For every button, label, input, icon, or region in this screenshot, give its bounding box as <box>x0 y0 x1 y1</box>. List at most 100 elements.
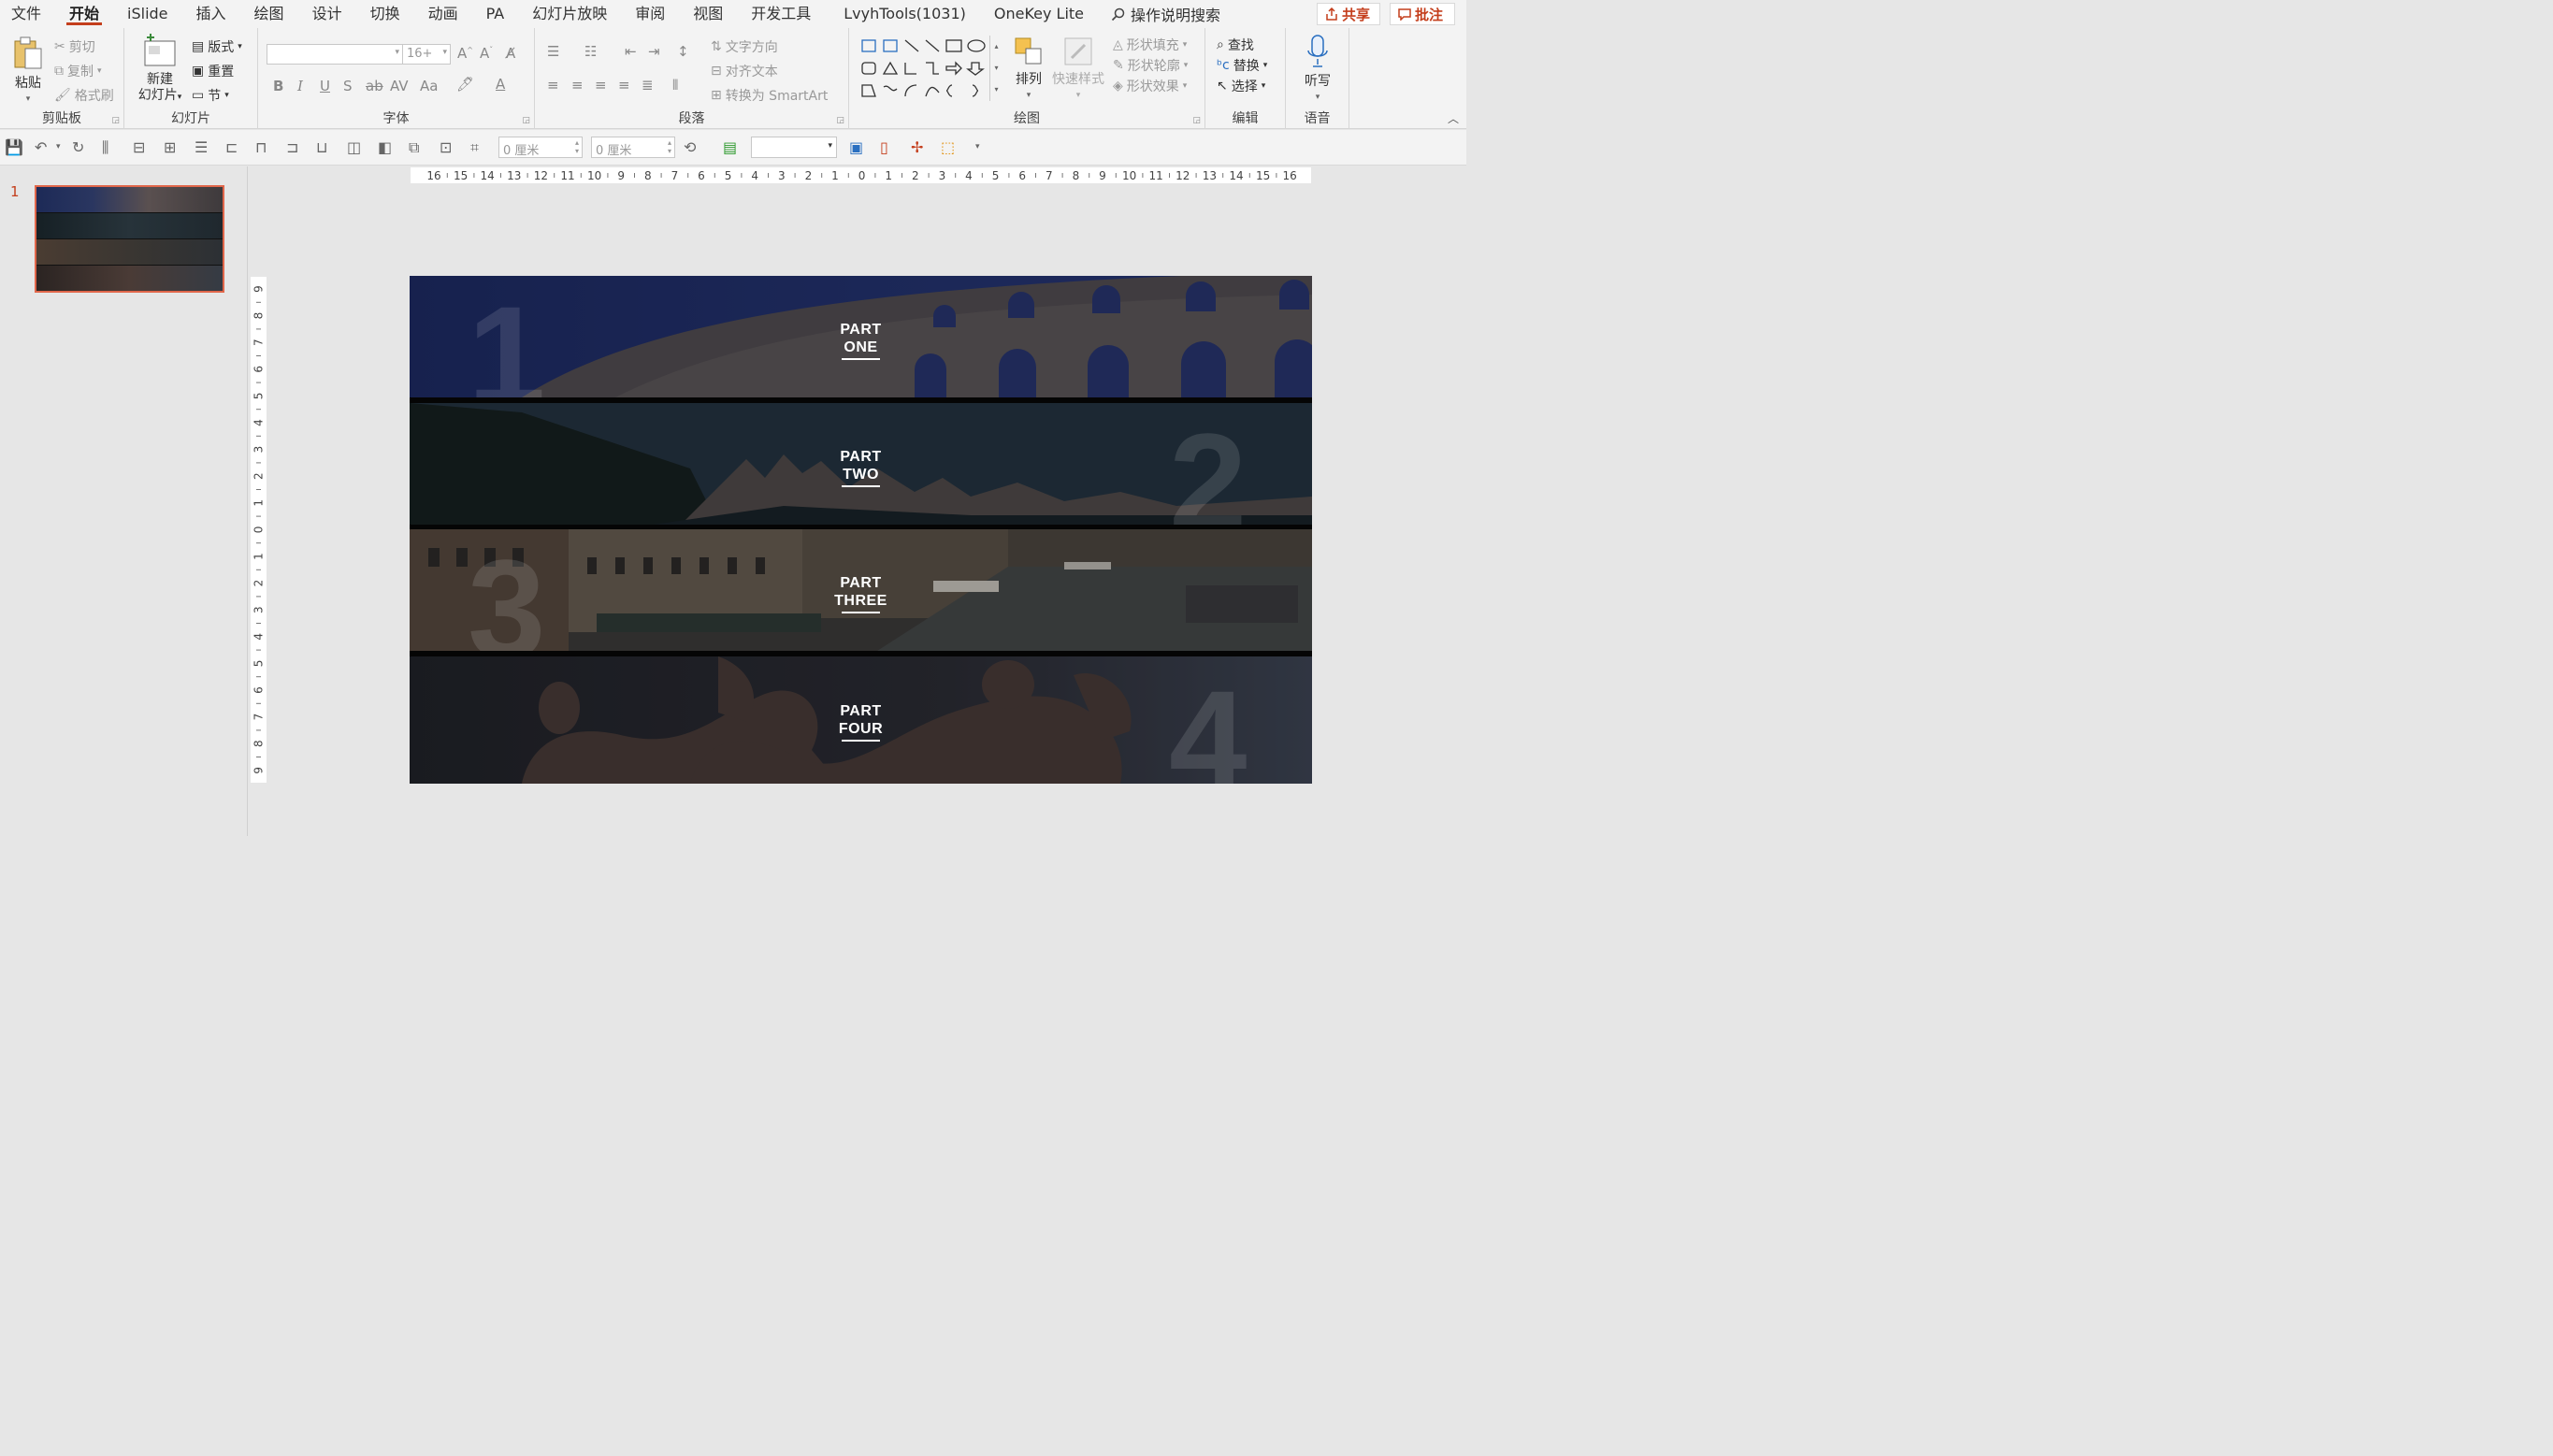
send-backward-icon[interactable]: ◫ <box>347 138 361 156</box>
arrange-button[interactable]: 排列 ▾ <box>1010 36 1047 104</box>
ungroup-icon[interactable]: ⊡ <box>440 138 452 156</box>
height-input[interactable]: 0 厘米 ▴ ▾ <box>591 137 675 158</box>
reset-button[interactable]: ▣ 重置 <box>192 62 234 80</box>
shape-effects-button[interactable]: ◈ 形状效果 ▾ <box>1113 77 1187 95</box>
menu-file[interactable]: 文件 <box>0 0 55 28</box>
menu-insert[interactable]: 插入 <box>182 0 240 28</box>
menu-review[interactable]: 审阅 <box>621 0 679 28</box>
collapse-ribbon-icon[interactable]: ︿ <box>1448 110 1459 126</box>
select-button[interactable]: ↖ 选择 ▾ <box>1217 77 1265 95</box>
line-spacing-icon[interactable]: ↕ <box>677 43 689 60</box>
align-top-icon[interactable]: ⊓ <box>255 138 267 156</box>
new-slide-button[interactable]: 新建 幻灯片▾ <box>132 34 188 106</box>
justify-icon[interactable]: ≡ <box>618 77 630 94</box>
part-three-band[interactable]: 3 PART THREE <box>410 529 1312 651</box>
smartart-button[interactable]: ⊞ 转换为 SmartArt <box>711 86 828 105</box>
cut-button[interactable]: ✂ 剪切 <box>54 37 95 56</box>
align-bottom-icon[interactable]: ⊔ <box>316 138 327 156</box>
save-icon[interactable]: 💾 <box>5 138 23 156</box>
undo-icon[interactable]: ↶ <box>35 138 47 156</box>
slide-canvas[interactable]: 1 PART ONE 2 PART TWO 3 PART THREE 4 PAR… <box>410 276 1312 784</box>
distribute-vertical-icon[interactable]: ☰ <box>195 138 208 156</box>
menu-home[interactable]: 开始 <box>55 0 113 28</box>
numbering-icon[interactable]: ☷ <box>584 43 597 60</box>
section-button[interactable]: ▭ 节 ▾ <box>192 86 229 105</box>
align-middle-icon[interactable]: ⊟ <box>133 138 145 156</box>
distributed-icon[interactable]: ≣ <box>642 77 654 94</box>
picture-icon[interactable]: ▣ <box>849 138 863 156</box>
group-objects-icon[interactable]: ⧉ <box>409 138 419 157</box>
customize-qat-icon[interactable]: ▾ <box>975 142 980 151</box>
dialog-launcher-icon[interactable]: ◲ <box>836 116 844 125</box>
decrease-indent-icon[interactable]: ⇤ <box>625 43 637 60</box>
menu-slideshow[interactable]: 幻灯片放映 <box>518 0 621 28</box>
strikethrough-icon[interactable]: ab <box>366 78 383 94</box>
copy-button[interactable]: ⧉ 复制 ▾ <box>54 62 102 80</box>
menu-onekey[interactable]: OneKey Lite <box>980 0 1098 28</box>
font-name-combo[interactable]: ▾ <box>267 44 403 65</box>
frame-icon[interactable]: ▯ <box>880 138 888 156</box>
menu-draw[interactable]: 绘图 <box>240 0 298 28</box>
crop-icon[interactable]: ⌗ <box>470 138 479 157</box>
part-four-band[interactable]: 4 PART FOUR <box>410 656 1312 784</box>
paste-button[interactable]: 粘贴 ▾ <box>7 36 49 108</box>
bring-forward-icon[interactable]: ◧ <box>378 138 392 156</box>
menu-islide[interactable]: iSlide <box>113 0 182 28</box>
part-one-band[interactable]: 1 PART ONE <box>410 276 1312 397</box>
shadow-icon[interactable]: S <box>343 78 353 94</box>
redo-icon[interactable]: ↻ <box>72 138 84 156</box>
menu-transitions[interactable]: 切换 <box>356 0 414 28</box>
comments-button[interactable]: 批注 <box>1390 3 1455 25</box>
shape-outline-button[interactable]: ✎ 形状轮廓 ▾ <box>1113 56 1188 75</box>
undo-dropdown-icon[interactable]: ▾ <box>56 142 61 151</box>
layout-button[interactable]: ▤ 版式 ▾ <box>192 37 242 56</box>
menu-pa[interactable]: PA <box>472 0 519 28</box>
char-spacing-icon[interactable]: AV <box>390 78 409 94</box>
style-combo[interactable]: ▾ <box>751 137 837 158</box>
format-painter-button[interactable]: 🖌 格式刷 <box>54 86 114 105</box>
part-two-band[interactable]: 2 PART TWO <box>410 403 1312 525</box>
selection-pane-icon[interactable]: ⬚ <box>941 138 955 156</box>
distribute-horizontal-icon[interactable]: ⫼ <box>102 138 108 157</box>
clear-formatting-icon[interactable]: A̸ <box>506 45 515 62</box>
menu-view[interactable]: 视图 <box>679 0 737 28</box>
menu-animations[interactable]: 动画 <box>414 0 472 28</box>
dialog-launcher-icon[interactable]: ◲ <box>1192 116 1201 125</box>
font-size-combo[interactable]: 16+ ▾ <box>402 44 451 65</box>
increase-indent-icon[interactable]: ⇥ <box>648 43 660 60</box>
align-center-icon[interactable]: ≡ <box>571 77 584 94</box>
dictate-button[interactable]: 听写 ▾ <box>1297 34 1338 106</box>
change-case-icon[interactable]: Aa <box>420 78 438 94</box>
text-direction-button[interactable]: ⇅ 文字方向 <box>711 37 778 56</box>
share-button[interactable]: 共享 <box>1317 3 1380 25</box>
columns-icon[interactable]: ⫴ <box>672 77 678 94</box>
quick-styles-button[interactable]: 快速样式 ▾ <box>1051 36 1105 104</box>
align-right-icon[interactable]: ⊐ <box>286 138 298 156</box>
text-highlight-icon[interactable]: ▤ <box>723 138 737 156</box>
align-text-button[interactable]: ⊟ 对齐文本 <box>711 62 778 80</box>
font-color-icon[interactable]: A <box>496 76 505 93</box>
align-left-icon[interactable]: ⊏ <box>225 138 238 156</box>
align-right-icon[interactable]: ≡ <box>595 77 607 94</box>
width-input[interactable]: 0 厘米 ▴ ▾ <box>498 137 583 158</box>
menu-developer[interactable]: 开发工具 <box>737 0 825 28</box>
highlight-icon[interactable]: 🖊 <box>456 76 474 93</box>
shapes-gallery[interactable] <box>858 36 1004 103</box>
underline-icon[interactable]: U <box>320 78 330 94</box>
rotate-icon[interactable]: ⟲ <box>684 138 696 156</box>
shrink-font-icon[interactable]: Aˇ <box>480 45 493 62</box>
italic-icon[interactable]: I <box>297 78 303 94</box>
slide-thumbnail[interactable] <box>35 185 224 293</box>
bullets-icon[interactable]: ☰ <box>547 43 559 60</box>
shape-fill-button[interactable]: ◬ 形状填充 ▾ <box>1113 36 1187 54</box>
shapes-scroll[interactable]: ▴ ▾ ▾ <box>989 36 1002 101</box>
menu-lvyhtools[interactable]: LvyhTools(1031) <box>825 0 980 28</box>
bird-icon[interactable]: ✢ <box>911 138 923 156</box>
align-center-icon[interactable]: ⊞ <box>164 138 176 156</box>
replace-button[interactable]: ᵇc 替换 ▾ <box>1217 56 1267 75</box>
find-button[interactable]: ⌕ 查找 <box>1217 36 1254 54</box>
menu-design[interactable]: 设计 <box>298 0 356 28</box>
dialog-launcher-icon[interactable]: ◲ <box>522 116 530 125</box>
dialog-launcher-icon[interactable]: ◲ <box>111 116 120 125</box>
grow-font-icon[interactable]: A^ <box>457 45 473 62</box>
